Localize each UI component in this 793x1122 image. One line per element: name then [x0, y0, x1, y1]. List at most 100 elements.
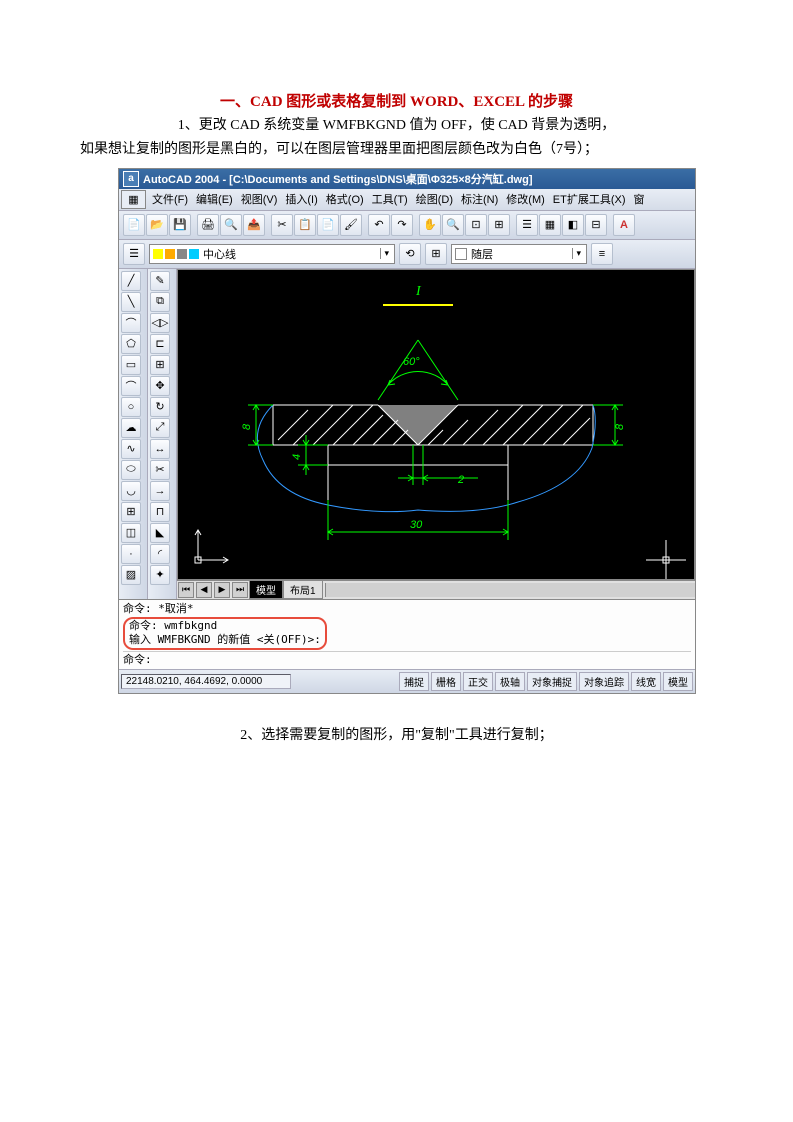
- xline-icon[interactable]: ╲: [121, 292, 141, 312]
- tab-layout1[interactable]: 布局1: [283, 580, 323, 599]
- status-grid[interactable]: 栅格: [431, 672, 461, 691]
- undo-icon[interactable]: ↶: [368, 214, 390, 236]
- block-icon[interactable]: ◫: [121, 523, 141, 543]
- layer-name: 中心线: [203, 246, 236, 262]
- menu-tools[interactable]: 工具(T): [368, 190, 412, 208]
- tab-first-icon[interactable]: ⏮: [178, 582, 194, 598]
- cmd-line2: 输入 WMFBKGND 的新值 <关(OFF)>:: [129, 633, 321, 647]
- menu-modify[interactable]: 修改(M): [502, 190, 549, 208]
- status-polar[interactable]: 极轴: [495, 672, 525, 691]
- publish-icon[interactable]: 📤: [243, 214, 265, 236]
- chamfer-icon[interactable]: ◣: [150, 523, 170, 543]
- erase-icon[interactable]: ✎: [150, 271, 170, 291]
- layer-states-icon[interactable]: ⊞: [425, 243, 447, 265]
- explode-icon[interactable]: ✦: [150, 565, 170, 585]
- tab-model[interactable]: 模型: [249, 580, 283, 599]
- h-scrollbar[interactable]: [325, 583, 695, 597]
- point-icon[interactable]: ·: [121, 544, 141, 564]
- status-lwt[interactable]: 线宽: [631, 672, 661, 691]
- circle-icon[interactable]: ○: [121, 397, 141, 417]
- dim-angle: 60°: [403, 356, 420, 368]
- status-snap[interactable]: 捕捉: [399, 672, 429, 691]
- insert-icon[interactable]: ⊞: [121, 502, 141, 522]
- trim-icon[interactable]: ✂: [150, 460, 170, 480]
- rect-icon[interactable]: ▭: [121, 355, 141, 375]
- command-window[interactable]: 命令: *取消* 命令: wmfbkgnd 输入 WMFBKGND 的新值 <关…: [119, 599, 695, 669]
- menu-view[interactable]: 视图(V): [237, 190, 282, 208]
- pline-icon[interactable]: ⌒: [121, 313, 141, 333]
- redo-icon[interactable]: ↷: [391, 214, 413, 236]
- revcloud-icon[interactable]: ☁: [121, 418, 141, 438]
- menu-bar: ▦ 文件(F) 编辑(E) 视图(V) 插入(I) 格式(O) 工具(T) 绘图…: [119, 189, 695, 211]
- copy-obj-icon[interactable]: ⧉: [150, 292, 170, 312]
- menu-dimension[interactable]: 标注(N): [457, 190, 502, 208]
- menu-file[interactable]: 文件(F): [148, 190, 192, 208]
- drawing-canvas[interactable]: I 60°: [177, 269, 695, 580]
- main-area: ╱ ╲ ⌒ ⬠ ▭ ⌒ ○ ☁ ∿ ⬭ ◡ ⊞ ◫ · ▨ ✎ ⧉ ◁▷ ⊏: [119, 269, 695, 599]
- tab-prev-icon[interactable]: ◀: [196, 582, 212, 598]
- cmd-prompt[interactable]: 命令:: [123, 651, 691, 667]
- extend-icon[interactable]: →: [150, 481, 170, 501]
- status-otrack[interactable]: 对象追踪: [579, 672, 629, 691]
- zoom-rt-icon[interactable]: 🔍: [442, 214, 464, 236]
- ltype-icon[interactable]: ≡: [591, 243, 613, 265]
- status-bar: 22148.0210, 464.4692, 0.0000 捕捉 栅格 正交 极轴…: [119, 669, 695, 693]
- layer-freeze-icon: [165, 249, 175, 259]
- arc-icon[interactable]: ⌒: [121, 376, 141, 396]
- match-icon[interactable]: 🖌: [340, 214, 362, 236]
- cut-icon[interactable]: ✂: [271, 214, 293, 236]
- tab-next-icon[interactable]: ▶: [214, 582, 230, 598]
- preview-icon[interactable]: 🔍: [220, 214, 242, 236]
- dbconn-icon[interactable]: ⊟: [585, 214, 607, 236]
- layers-icon[interactable]: ☰: [123, 243, 145, 265]
- array-icon[interactable]: ⊞: [150, 355, 170, 375]
- new-icon[interactable]: 📄: [123, 214, 145, 236]
- layer-toolbar: ☰ 中心线 ▾ ⟲ ⊞ 随层 ▾ ≡: [119, 240, 695, 269]
- hatch-icon[interactable]: ▨: [121, 565, 141, 585]
- rotate-icon[interactable]: ↻: [150, 397, 170, 417]
- status-model[interactable]: 模型: [663, 672, 693, 691]
- ellipse-icon[interactable]: ⬭: [121, 460, 141, 480]
- menu-insert[interactable]: 插入(I): [281, 190, 321, 208]
- annotation-I: I: [415, 284, 422, 299]
- menu-edit[interactable]: 编辑(E): [192, 190, 237, 208]
- zoom-prev-icon[interactable]: ⊞: [488, 214, 510, 236]
- cad-screenshot: a AutoCAD 2004 - [C:\Documents and Setti…: [118, 168, 696, 694]
- cmd-line1: 命令: wmfbkgnd: [129, 619, 321, 633]
- stretch-icon[interactable]: ↔: [150, 439, 170, 459]
- menu-draw[interactable]: 绘图(D): [412, 190, 457, 208]
- offset-icon[interactable]: ⊏: [150, 334, 170, 354]
- spline-icon[interactable]: ∿: [121, 439, 141, 459]
- ellipse-arc-icon[interactable]: ◡: [121, 481, 141, 501]
- mirror-icon[interactable]: ◁▷: [150, 313, 170, 333]
- menu-window[interactable]: 窗: [630, 190, 649, 208]
- print-icon[interactable]: 🖨: [197, 214, 219, 236]
- dcenter-icon[interactable]: ▦: [539, 214, 561, 236]
- color-dropdown[interactable]: 随层 ▾: [451, 244, 587, 264]
- document-title: 一、CAD 图形或表格复制到 WORD、EXCEL 的步骤: [70, 90, 723, 111]
- polygon-icon[interactable]: ⬠: [121, 334, 141, 354]
- status-ortho[interactable]: 正交: [463, 672, 493, 691]
- control-box-icon[interactable]: ▦: [121, 190, 146, 209]
- pan-icon[interactable]: ✋: [419, 214, 441, 236]
- tab-last-icon[interactable]: ⏭: [232, 582, 248, 598]
- copy-icon[interactable]: 📋: [294, 214, 316, 236]
- line-icon[interactable]: ╱: [121, 271, 141, 291]
- scale-icon[interactable]: ⤢: [150, 418, 170, 438]
- status-osnap[interactable]: 对象捕捉: [527, 672, 577, 691]
- save-icon[interactable]: 💾: [169, 214, 191, 236]
- break-icon[interactable]: ⊓: [150, 502, 170, 522]
- menu-et-ext[interactable]: ET扩展工具(X): [549, 190, 630, 208]
- help-icon[interactable]: A: [613, 214, 635, 236]
- open-icon[interactable]: 📂: [146, 214, 168, 236]
- paste-icon[interactable]: 📄: [317, 214, 339, 236]
- move-icon[interactable]: ✥: [150, 376, 170, 396]
- tool-pal-icon[interactable]: ◧: [562, 214, 584, 236]
- fillet-icon[interactable]: ◜: [150, 544, 170, 564]
- props-icon[interactable]: ☰: [516, 214, 538, 236]
- menu-format[interactable]: 格式(O): [322, 190, 368, 208]
- layer-dropdown[interactable]: 中心线 ▾: [149, 244, 395, 264]
- window-title-text: AutoCAD 2004 - [C:\Documents and Setting…: [143, 171, 533, 187]
- zoom-win-icon[interactable]: ⊡: [465, 214, 487, 236]
- layer-prev-icon[interactable]: ⟲: [399, 243, 421, 265]
